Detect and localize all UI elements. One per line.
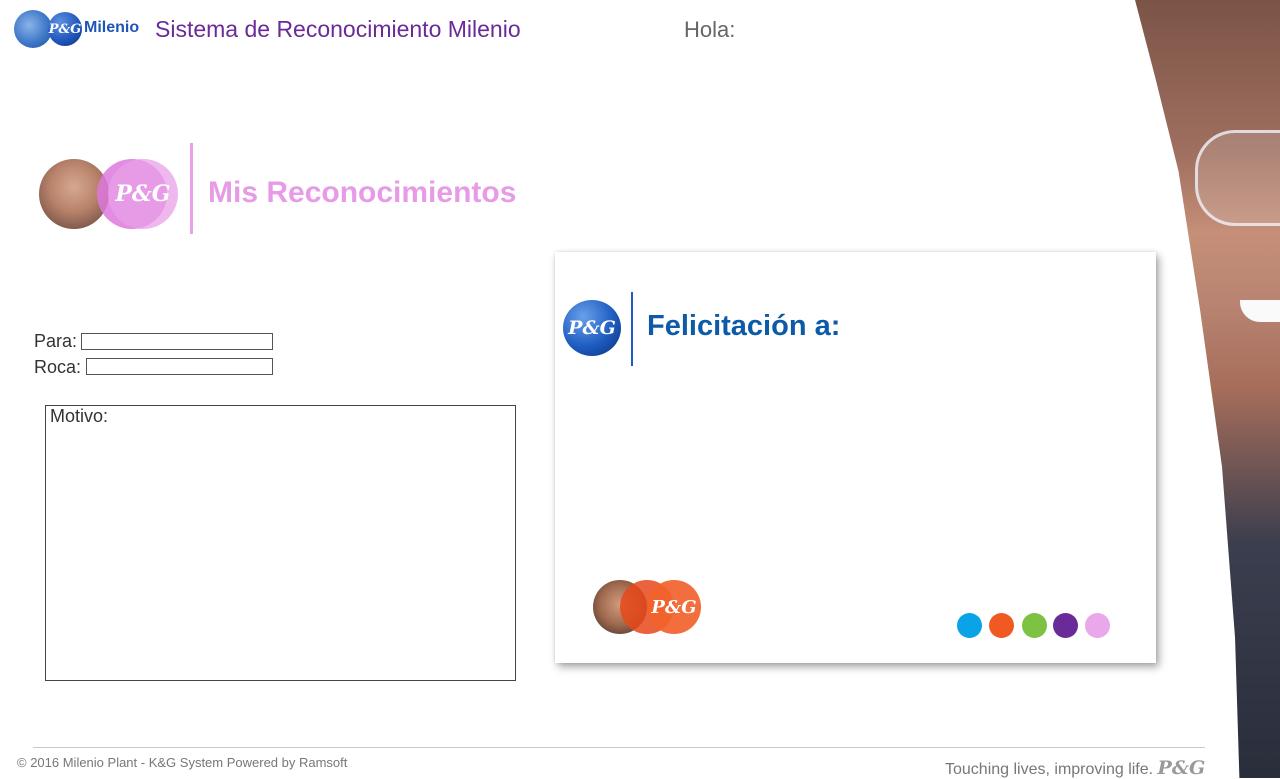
milenio-gear-logo [14, 10, 52, 48]
section-pg-logo: P&G [108, 159, 178, 229]
motivo-label: Motivo: [50, 406, 109, 426]
milenio-logo-text: Milenio [84, 19, 140, 36]
color-dot-pink [1085, 613, 1110, 638]
side-photo-glasses [1195, 130, 1280, 226]
felicitacion-card: P&G Felicitación a: P&G [555, 252, 1156, 663]
color-dot-green [1022, 613, 1047, 638]
copyright-text: © 2016 Milenio Plant - K&G System Powere… [17, 755, 348, 770]
card-title: Felicitación a: [647, 310, 841, 342]
color-dot-orange [989, 613, 1014, 638]
tagline: Touching lives, improving life. P&G [945, 757, 1205, 779]
footer-divider [33, 747, 1205, 748]
para-label: Para: [34, 331, 78, 351]
para-input[interactable] [81, 333, 273, 350]
card-divider [631, 292, 633, 366]
roca-label: Roca: [34, 357, 82, 377]
app-title: Sistema de Reconocimiento Milenio [155, 16, 521, 42]
greeting-label: Hola: [684, 17, 736, 42]
section-divider [190, 143, 193, 234]
tagline-pg-logo: P&G [1157, 757, 1206, 779]
section-title: Mis Reconocimientos [208, 176, 517, 209]
pg-logo: P&G [48, 12, 82, 46]
tagline-text: Touching lives, improving life. [945, 761, 1154, 778]
card-pg-logo: P&G [563, 300, 621, 356]
color-dot-blue [957, 613, 982, 638]
side-photo-image [1135, 0, 1280, 778]
color-dot-purple [1053, 613, 1078, 638]
card-footer-pg-logo: P&G [647, 580, 701, 634]
motivo-textarea[interactable]: Motivo: [45, 405, 516, 681]
roca-input[interactable] [86, 358, 273, 375]
